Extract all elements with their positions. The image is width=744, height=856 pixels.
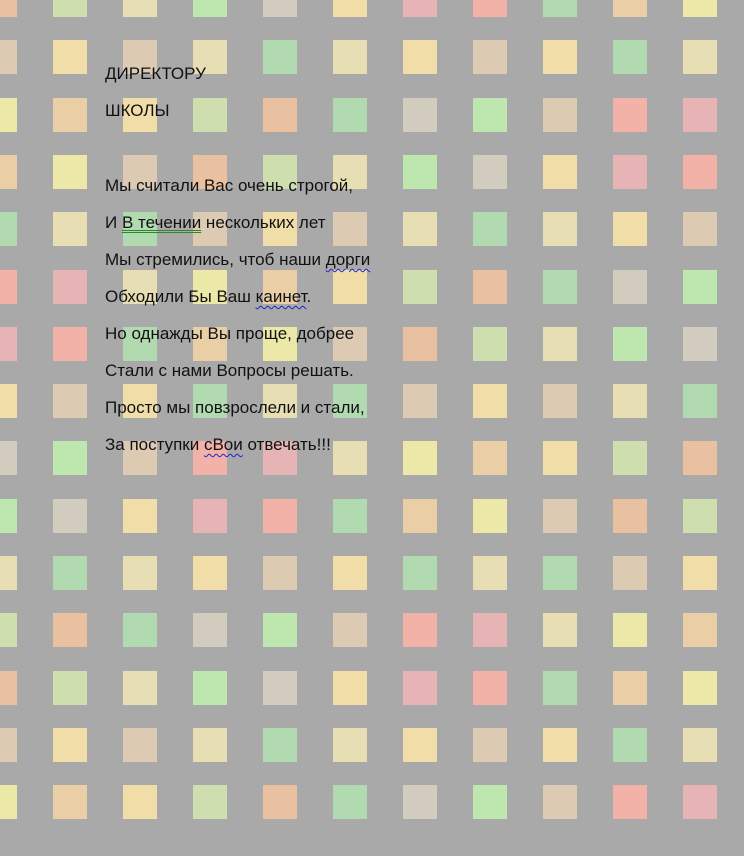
spelling-error-word: каинет	[255, 287, 307, 306]
heading-school: ШКОЛЫ	[105, 101, 170, 120]
poem-line: Стали с нами Вопросы решать.	[105, 361, 354, 381]
poem-line: Просто мы повзрослели и стали,	[105, 398, 365, 418]
poem-text: .	[306, 287, 312, 306]
poem-line: Мы считали Вас очень строгой,	[105, 176, 353, 196]
poem-text: За поступки	[105, 435, 204, 454]
poem-line: Но однажды Вы проще, добрее	[105, 324, 354, 344]
poem-text: Мы стремились, чтоб наши	[105, 250, 326, 269]
poem-text: нескольких лет	[201, 213, 326, 232]
document-page: ДИРЕКТОРУ ШКОЛЫ Мы считали Вас очень стр…	[0, 0, 744, 856]
poem-text: Мы считали Вас очень строгой,	[105, 176, 354, 195]
poem-line: За поступки сВои отвечать!!!	[105, 435, 331, 455]
poem-text: Обходили Бы Ваш	[105, 287, 256, 306]
poem-line: И В течении нескольких лет	[105, 213, 326, 233]
poem-text: Но однажды Вы проще, добрее	[105, 324, 355, 343]
poem-text: Стали с нами Вопросы решать.	[105, 361, 354, 380]
poem-line: Мы стремились, чтоб наши дорги	[105, 250, 370, 270]
spelling-error-word: дорги	[325, 250, 371, 269]
heading-director: ДИРЕКТОРУ	[105, 64, 206, 83]
poem-line: Обходили Бы Ваш каинет.	[105, 287, 311, 307]
poem-text: Просто мы повзрослели и стали,	[105, 398, 365, 417]
grammar-error-phrase: В течении	[121, 213, 202, 232]
spelling-error-word: сВои	[203, 435, 243, 454]
poem-text: И	[105, 213, 122, 232]
poem-text: отвечать!!!	[242, 435, 331, 454]
